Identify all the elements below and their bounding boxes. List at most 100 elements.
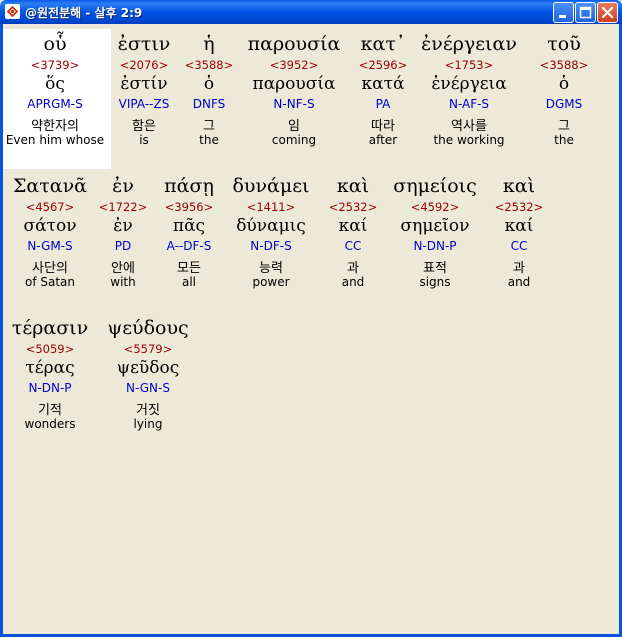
lemma-word: κατά [361, 74, 405, 94]
korean-gloss: 역사를 [451, 119, 487, 134]
strong-number: <1411> [246, 200, 296, 214]
lemma-word: ἐν [113, 216, 133, 236]
lemma-word: ὁ [203, 74, 215, 94]
lemma-word: σάτον [23, 216, 77, 236]
english-gloss: wonders [24, 417, 76, 431]
close-button[interactable] [597, 2, 618, 23]
morph-code: N-DN-P [413, 239, 457, 253]
korean-gloss: 사단의 [32, 261, 68, 276]
minimize-icon [559, 15, 566, 18]
morph-code: N-GM-S [27, 239, 73, 253]
lemma-word: ἐστίν [120, 74, 168, 94]
lemma-word: σημεῖον [400, 216, 470, 236]
english-gloss: is [139, 133, 149, 147]
korean-gloss: 함은 [132, 119, 156, 134]
window-title: @원전분해 - 살후 2:9 [25, 6, 143, 20]
korean-gloss: 모든 [177, 261, 201, 276]
lemma-word: ὁ [558, 74, 570, 94]
morph-code: PD [114, 239, 132, 253]
greek-word: ἐνέργειαν [421, 33, 517, 55]
lemma-word: ἐνέργεια [431, 74, 507, 94]
korean-gloss: 그 [203, 119, 215, 134]
english-gloss: of Satan [24, 275, 76, 289]
morph-code: VIPA--ZS [118, 97, 170, 111]
greek-word: τοῦ [547, 33, 581, 55]
lemma-word: ὅς [45, 74, 65, 94]
morph-code: N-AF-S [448, 97, 490, 111]
close-icon [601, 6, 614, 19]
korean-gloss: 표적 [423, 261, 447, 276]
strong-number: <3739> [30, 58, 80, 72]
morph-code: APRGM-S [27, 97, 83, 111]
korean-gloss: 과 [513, 261, 525, 276]
morph-code: N-DN-P [28, 381, 72, 395]
english-gloss: power [252, 275, 290, 289]
greek-word: ἐστιν [117, 33, 171, 55]
morph-code: CC [510, 239, 528, 253]
greek-word: καὶ [336, 175, 370, 197]
word-grid[interactable]: οὗ <3739> ὅς APRGM-S 약한자의 Even him whose ἐστιν… [3, 24, 619, 634]
strong-number: <3588> [539, 58, 589, 72]
lemma-word: καί [504, 216, 534, 236]
greek-word: ψεύδους [107, 317, 189, 339]
korean-gloss: 임 [288, 119, 300, 134]
strong-number: <3588> [184, 58, 234, 72]
korean-gloss: 그 [558, 119, 570, 134]
morph-code: CC [344, 239, 362, 253]
greek-word: σημείοις [393, 175, 477, 197]
morph-code: N-NF-S [273, 97, 315, 111]
english-gloss: signs [419, 275, 451, 289]
english-gloss: the [554, 133, 574, 147]
greek-word: καὶ [502, 175, 536, 197]
greek-word: ἡ [203, 33, 215, 55]
strong-number: <4592> [410, 200, 460, 214]
lemma-word: παρουσία [252, 74, 336, 94]
strong-number: <1722> [98, 200, 148, 214]
strong-number: <2596> [358, 58, 408, 72]
greek-word: οὗ [43, 33, 67, 55]
english-gloss: all [181, 275, 197, 289]
english-gloss: with [110, 275, 136, 289]
lemma-word: πᾶς [172, 216, 206, 236]
greek-word: ἐν [112, 175, 134, 197]
strong-number: <1753> [444, 58, 494, 72]
greek-word: τέρασιν [11, 317, 89, 339]
korean-gloss: 안에 [111, 261, 135, 276]
morph-code: DGMS [545, 97, 583, 111]
korean-gloss: 거짓 [136, 403, 160, 418]
strong-number: <5059> [25, 342, 75, 356]
lemma-word: τέρας [25, 358, 75, 378]
korean-gloss: 과 [347, 261, 359, 276]
lemma-word: δύναμις [236, 216, 306, 236]
app-icon[interactable] [5, 4, 20, 19]
korean-gloss: 능력 [259, 261, 283, 276]
morph-code: DNFS [192, 97, 226, 111]
korean-gloss: 기적 [38, 403, 62, 418]
lemma-word: καί [338, 216, 368, 236]
strong-number: <2532> [494, 200, 544, 214]
greek-word: πάσῃ [164, 175, 214, 197]
morph-code: N-DF-S [250, 239, 292, 253]
minimize-button[interactable] [553, 2, 574, 23]
english-gloss: and [341, 275, 365, 289]
title-bar[interactable]: @원전분해 - 살후 2:9 [0, 0, 622, 24]
strong-number: <4567> [25, 200, 75, 214]
english-gloss: Even him whose [5, 133, 105, 147]
english-gloss: after [368, 133, 398, 147]
greek-word: δυνάμει [232, 175, 310, 197]
greek-word: κατ᾽ [360, 33, 406, 55]
korean-gloss: 따라 [371, 119, 395, 134]
lemma-word: ψεῦδος [116, 358, 180, 378]
english-gloss: coming [271, 133, 317, 147]
english-gloss: and [507, 275, 531, 289]
strong-number: <2076> [119, 58, 169, 72]
greek-word: Σατανᾶ [13, 175, 87, 197]
strong-number: <3956> [164, 200, 214, 214]
strong-number: <2532> [328, 200, 378, 214]
strong-number: <5579> [123, 342, 173, 356]
english-gloss: the working [433, 133, 505, 147]
strong-number: <3952> [269, 58, 319, 72]
morph-code: N-GN-S [126, 381, 170, 395]
korean-gloss: 약한자의 [31, 119, 79, 134]
maximize-button[interactable] [575, 2, 596, 23]
